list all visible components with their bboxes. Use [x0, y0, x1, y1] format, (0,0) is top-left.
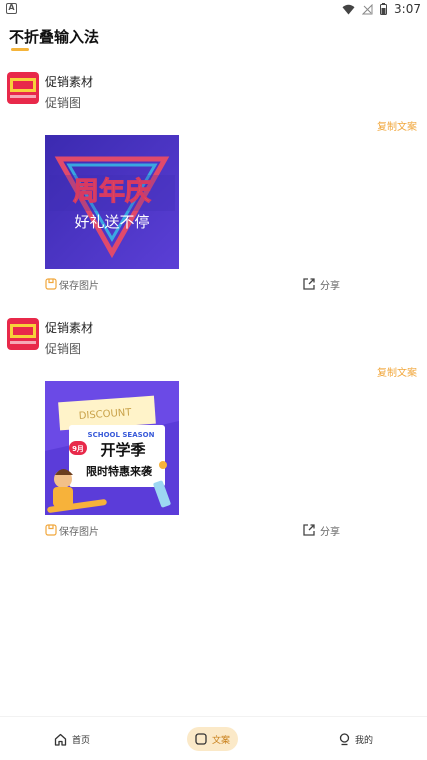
- post-image[interactable]: DISCOUNT SCHOOL SEASON 9月 开学季 限时特惠来袭: [45, 381, 179, 515]
- share-icon: [303, 524, 315, 536]
- tab-copywriting-label: 文案: [212, 735, 231, 746]
- tab-home[interactable]: 首页: [54, 727, 90, 751]
- post-author: 促销素材: [45, 321, 94, 335]
- image-tagline: 限时特惠来袭: [86, 464, 153, 478]
- clock: 3:07: [394, 2, 421, 16]
- tab-profile-label: 我的: [355, 735, 374, 746]
- avatar[interactable]: [7, 72, 39, 104]
- save-image-button[interactable]: 保存图片: [45, 522, 99, 538]
- battery-icon: [380, 3, 388, 15]
- post-author: 促销素材: [45, 75, 94, 89]
- copy-text-button[interactable]: 复制文案: [377, 118, 417, 133]
- share-icon: [303, 278, 315, 290]
- page-title: 不折叠输入法: [9, 28, 100, 46]
- share-button[interactable]: 分享: [302, 521, 340, 539]
- status-bar: A 3:07: [0, 0, 427, 18]
- copy-text-button[interactable]: 复制文案: [377, 364, 417, 379]
- home-icon: [54, 733, 67, 746]
- save-icon: [45, 278, 57, 290]
- post-image[interactable]: 周年庆 好礼送不停: [45, 135, 179, 269]
- share-label: 分享: [320, 280, 340, 292]
- image-badge: 9月: [72, 445, 84, 453]
- share-button[interactable]: 分享: [302, 275, 340, 293]
- save-image-button[interactable]: 保存图片: [45, 276, 99, 292]
- copywriting-icon: [195, 733, 207, 745]
- post-subtitle: 促销图: [45, 342, 82, 356]
- title-underline: [11, 48, 29, 51]
- save-image-label: 保存图片: [59, 526, 99, 538]
- share-label: 分享: [320, 526, 340, 538]
- image-headline: 周年庆: [73, 176, 151, 207]
- tab-copywriting[interactable]: 文案: [187, 727, 239, 751]
- no-signal-icon: [362, 3, 373, 14]
- tab-profile[interactable]: 我的: [339, 727, 373, 751]
- save-icon: [45, 524, 57, 536]
- bottom-tab-bar: 首页 文案 我的: [0, 716, 427, 760]
- image-tagline: 好礼送不停: [74, 213, 149, 231]
- wifi-icon: [342, 4, 355, 14]
- tab-home-label: 首页: [72, 735, 91, 746]
- image-tag: SCHOOL SEASON: [88, 431, 155, 439]
- save-image-label: 保存图片: [59, 280, 99, 292]
- post-subtitle: 促销图: [45, 96, 82, 110]
- profile-icon: [339, 732, 350, 745]
- notification-a-icon: A: [6, 3, 17, 14]
- avatar[interactable]: [7, 318, 39, 350]
- image-headline: 开学季: [100, 441, 145, 459]
